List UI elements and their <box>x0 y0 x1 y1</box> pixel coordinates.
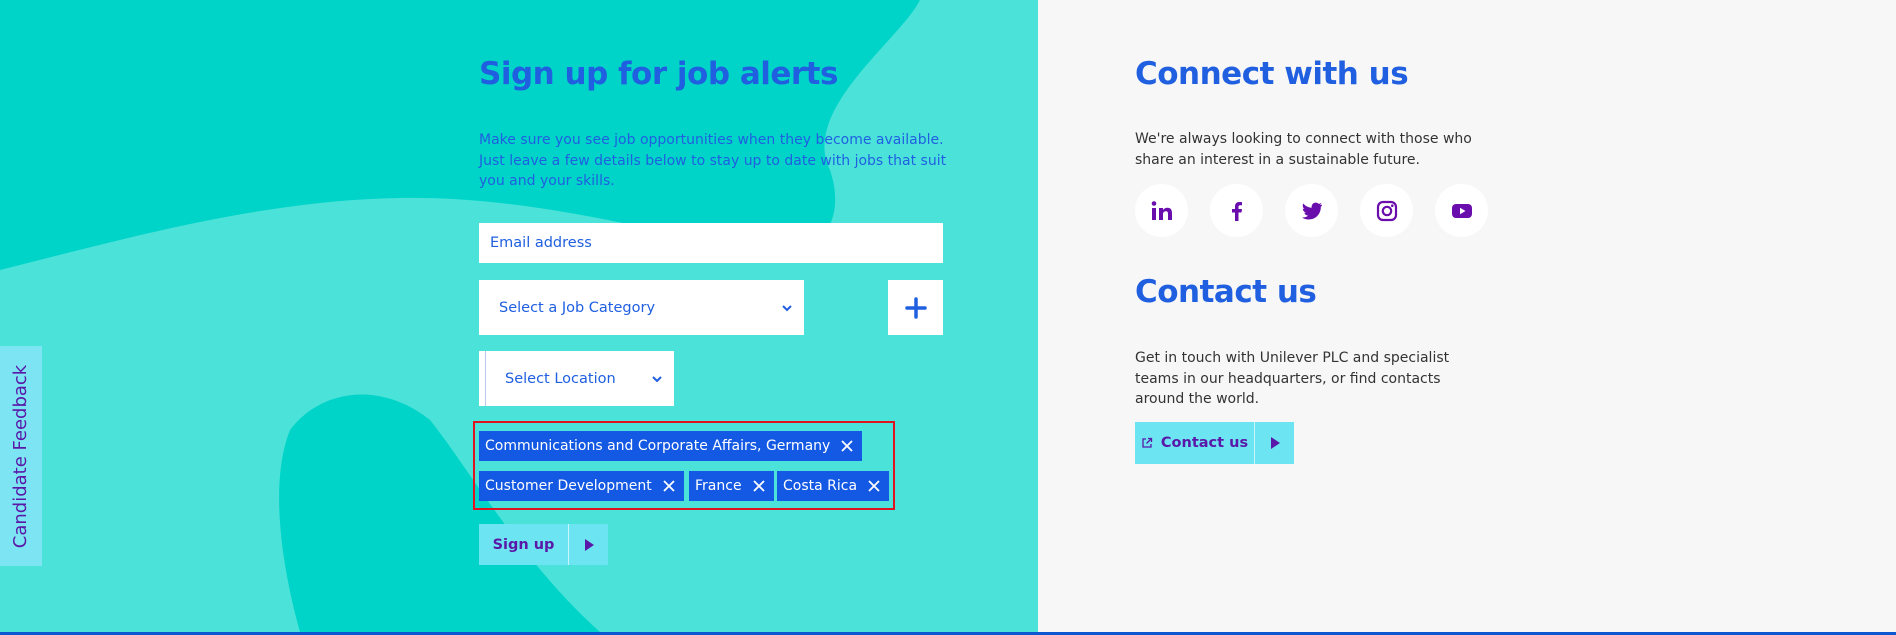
contact-us-button[interactable]: Contact us <box>1135 422 1294 464</box>
job-category-select[interactable]: Select a Job Category <box>479 280 804 335</box>
selected-filters: Communications and Corporate Affairs, Ge… <box>473 421 895 510</box>
candidate-feedback-label: Candidate Feedback <box>10 364 32 548</box>
email-field[interactable]: Email address <box>479 223 943 263</box>
filter-chip-label: France <box>695 478 742 494</box>
chevron-down-icon <box>782 304 792 311</box>
facebook-icon <box>1231 201 1242 221</box>
youtube-icon <box>1451 203 1472 218</box>
signup-title: Sign up for job alerts <box>479 56 838 92</box>
instagram-icon <box>1376 200 1397 221</box>
job-alerts-panel: Sign up for job alerts Make sure you see… <box>0 0 1038 632</box>
filter-chip-label: Communications and Corporate Affairs, Ge… <box>485 438 831 454</box>
email-placeholder: Email address <box>490 235 592 251</box>
close-icon[interactable] <box>752 479 766 493</box>
add-filter-button[interactable] <box>888 280 943 335</box>
close-icon[interactable] <box>662 479 676 493</box>
social-links <box>1135 184 1488 237</box>
play-arrow-icon <box>1255 422 1294 464</box>
external-link-icon <box>1142 437 1153 448</box>
filter-chip-label: Costa Rica <box>783 478 858 494</box>
location-select-value: Select Location <box>505 370 616 387</box>
connect-title: Connect with us <box>1135 56 1409 92</box>
twitter-icon <box>1301 202 1322 219</box>
signup-description: Make sure you see job opportunities when… <box>479 132 947 189</box>
filter-chip: Customer Development <box>479 471 684 501</box>
twitter-link[interactable] <box>1285 184 1338 237</box>
candidate-feedback-tab[interactable]: Candidate Feedback <box>0 346 42 566</box>
facebook-link[interactable] <box>1210 184 1263 237</box>
youtube-link[interactable] <box>1435 184 1488 237</box>
close-icon[interactable] <box>867 479 881 493</box>
location-select[interactable]: Select Location <box>479 351 674 406</box>
linkedin-link[interactable] <box>1135 184 1188 237</box>
play-arrow-icon <box>569 524 608 565</box>
contact-title: Contact us <box>1135 274 1317 310</box>
plus-icon <box>904 296 927 319</box>
contact-description: Get in touch with Unilever PLC and speci… <box>1135 350 1450 407</box>
filter-chip: Costa Rica <box>777 471 890 501</box>
connect-panel <box>1038 0 1896 632</box>
job-category-select-value: Select a Job Category <box>499 299 656 316</box>
filter-chip: France <box>689 471 774 501</box>
signup-button[interactable]: Sign up <box>479 524 608 565</box>
close-icon[interactable] <box>840 439 854 453</box>
contact-us-button-label: Contact us <box>1160 435 1249 451</box>
filter-chip: Communications and Corporate Affairs, Ge… <box>479 431 863 461</box>
connect-description: We're always looking to connect with tho… <box>1135 131 1472 168</box>
linkedin-icon <box>1151 200 1172 220</box>
chevron-down-icon <box>652 375 662 382</box>
instagram-link[interactable] <box>1360 184 1413 237</box>
filter-chip-label: Customer Development <box>485 478 652 494</box>
signup-button-label: Sign up <box>479 524 569 565</box>
contact-us-button-inner: Contact us <box>1135 422 1255 464</box>
